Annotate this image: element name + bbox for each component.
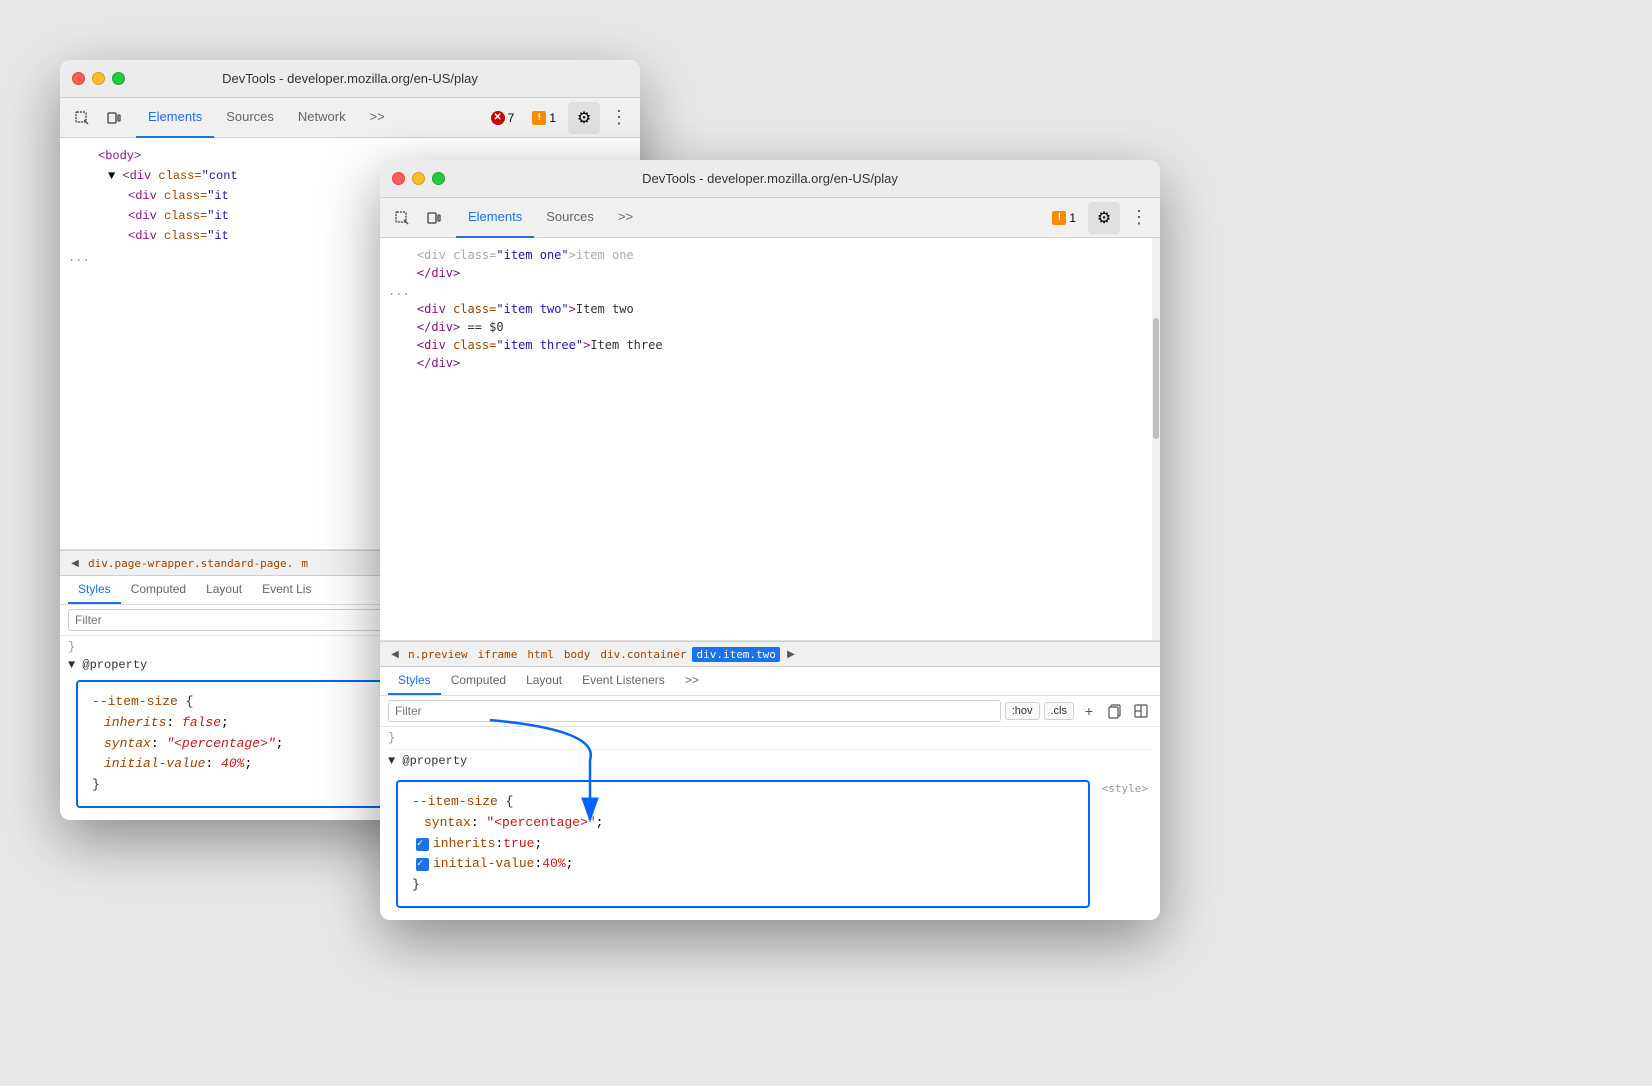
code-box-front: --item-size { syntax: "<percentage>"; in… [396,780,1090,908]
copy-button[interactable] [1104,700,1126,722]
panel-content-front: <div class="item one">item one </div> ..… [380,238,1160,920]
breadcrumb-item-back[interactable]: div.page-wrapper.standard-page. [84,557,297,570]
code-prop-initial-front: initial-value: 40%; [412,854,1074,875]
tab-layout-back[interactable]: Layout [196,576,252,604]
code-box-wrapper-front: --item-size { syntax: "<percentage>"; in… [388,772,1152,916]
tab-styles-back[interactable]: Styles [68,576,121,604]
style-source-label: <style> [1098,772,1152,805]
close-button-front[interactable] [392,172,405,185]
toolbar-right-front: ! 1 ⚙ ⋮ [1046,202,1152,234]
breadcrumb-divcontainer[interactable]: div.container [596,648,690,661]
maximize-button-back[interactable] [112,72,125,85]
tree-line-item-three: <div class="item three">Item three [380,336,1160,354]
tab-layout-front[interactable]: Layout [516,667,572,695]
settings-button-back[interactable]: ⚙ [568,102,600,134]
tree-line-div-close: </div> [380,264,1160,282]
filter-input-front[interactable] [388,700,1001,722]
checkbox-inherits[interactable] [416,838,429,851]
traffic-lights-back [72,72,125,85]
breadcrumb-right-arrow-front[interactable]: ▶ [782,641,800,667]
toolbar-right-back: ✕ 7 ! 1 ⚙ ⋮ [485,102,632,134]
warning-badge-front: ! 1 [1046,209,1082,227]
inspect-icon[interactable] [68,104,96,132]
breadcrumb-left-arrow-front[interactable]: ◀ [386,641,404,667]
tab-sources-back[interactable]: Sources [214,98,286,138]
devtools-window-front: DevTools - developer.mozilla.org/en-US/p… [380,160,1160,920]
tab-computed-front[interactable]: Computed [441,667,516,695]
tree-line-dim: <div class="item one">item one [380,246,1160,264]
title-bar-front: DevTools - developer.mozilla.org/en-US/p… [380,160,1160,198]
error-icon-back: ✕ [491,111,505,125]
minimize-button-back[interactable] [92,72,105,85]
error-badge-back: ✕ 7 [485,109,521,127]
breadcrumb-more-back[interactable]: m [297,557,312,570]
tree-line-close3: </div> [380,354,1160,372]
tab-bar-front: Elements Sources >> [456,198,645,238]
maximize-button-front[interactable] [432,172,445,185]
more-button-back[interactable]: ⋮ [606,107,632,128]
cls-button[interactable]: .cls [1044,702,1075,720]
minimize-button-front[interactable] [412,172,425,185]
title-bar-back: DevTools - developer.mozilla.org/en-US/p… [60,60,640,98]
device-icon[interactable] [100,104,128,132]
code-close-front: } [412,875,1074,896]
warning-badge-back: ! 1 [526,109,562,127]
breadcrumb-iframe[interactable]: iframe [474,648,522,661]
tab-more-front[interactable]: >> [606,198,645,238]
warning-count-front: 1 [1069,211,1076,225]
inspect-icon-front[interactable] [388,204,416,232]
at-property-front: ▼ @property [388,754,1152,768]
warning-icon-back: ! [532,111,546,125]
scrollbar-track-front[interactable] [1152,238,1160,640]
window-title-front: DevTools - developer.mozilla.org/en-US/p… [642,171,898,186]
traffic-lights-front [392,172,445,185]
breadcrumb-body[interactable]: body [560,648,595,661]
at-rule-label-back: @property [82,658,147,672]
code-selector-front: --item-size { [412,792,1074,813]
breadcrumb-divitemtwo[interactable]: div.item.two [692,647,779,662]
tab-elements-back[interactable]: Elements [136,98,214,138]
add-rule-button[interactable]: + [1078,700,1100,722]
breadcrumb-bar-front: ◀ n.preview iframe html body div.contain… [380,641,1160,667]
styles-content-front: } ▼ @property --item-size { syntax: "<pe… [380,727,1160,920]
warning-count-back: 1 [549,111,556,125]
tab-styles-front[interactable]: Styles [388,667,441,695]
tab-computed-back[interactable]: Computed [121,576,196,604]
layout-button[interactable] [1130,700,1152,722]
breadcrumb-npreview[interactable]: n.preview [404,648,472,661]
html-tree-front: <div class="item one">item one </div> ..… [380,238,1160,641]
tab-more-back[interactable]: >> [358,98,397,138]
device-icon-front[interactable] [420,204,448,232]
toolbar-front: Elements Sources >> ! 1 ⚙ ⋮ [380,198,1160,238]
warning-icon-front: ! [1052,211,1066,225]
tab-elements-front[interactable]: Elements [456,198,534,238]
at-rule-label-front: @property [402,754,467,768]
more-button-front[interactable]: ⋮ [1126,207,1152,228]
tab-more-styles-front[interactable]: >> [675,667,709,695]
breadcrumb-html[interactable]: html [523,648,558,661]
tree-ellipsis-front: ... [380,282,1160,300]
error-count-back: 7 [508,111,515,125]
scrollbar-thumb-front[interactable] [1153,318,1159,439]
toolbar-back: Elements Sources Network >> ✕ 7 ! 1 ⚙ ⋮ [60,98,640,138]
settings-button-front[interactable]: ⚙ [1088,202,1120,234]
checkbox-initial[interactable] [416,858,429,871]
code-prop-syntax-front: syntax: "<percentage>"; [412,813,1074,834]
filter-tools-front: :hov .cls + [380,696,1160,727]
styles-tabs-front: Styles Computed Layout Event Listeners >… [380,667,1160,696]
window-title-back: DevTools - developer.mozilla.org/en-US/p… [222,71,478,86]
hov-button[interactable]: :hov [1005,702,1040,720]
tab-network-back[interactable]: Network [286,98,358,138]
code-prop-inherits-front: inherits: true; [412,834,1074,855]
tree-line-item-two: <div class="item two">Item two [380,300,1160,318]
closing-brace-front: } [388,731,1152,750]
tab-sources-front[interactable]: Sources [534,198,606,238]
tab-eventlis-back[interactable]: Event Lis [252,576,321,604]
tab-eventlis-front[interactable]: Event Listeners [572,667,675,695]
tab-bar-back: Elements Sources Network >> [136,98,397,138]
close-button-back[interactable] [72,72,85,85]
tree-line-div-selected: </div> == $0 [380,318,1160,336]
breadcrumb-left-arrow[interactable]: ◀ [66,550,84,576]
